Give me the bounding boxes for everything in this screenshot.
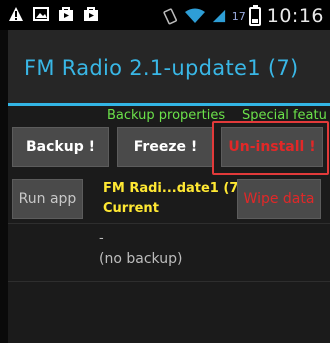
app-name: FM Radi...date1 (7): [103, 181, 245, 196]
backup-button[interactable]: Backup !: [12, 127, 109, 167]
backup-dash: -: [99, 231, 104, 246]
signal-icon: [212, 9, 225, 23]
run-app-button[interactable]: Run app: [12, 179, 83, 219]
no-backup-label: (no backup): [99, 251, 183, 267]
clock: 10:16: [266, 5, 324, 27]
battery-percent: 17: [231, 9, 246, 23]
section-divider-bottom: [8, 281, 330, 282]
wifi-icon: [184, 8, 205, 23]
freeze-button[interactable]: Freeze !: [117, 127, 214, 167]
dialog-title: FM Radio 2.1-update1 (7): [24, 56, 299, 80]
dialog-header: FM Radio 2.1-update1 (7): [8, 30, 330, 106]
play-store-icon: [84, 7, 98, 21]
warning-icon: [9, 7, 23, 21]
shopping-bag-icon: [59, 7, 73, 21]
uninstall-highlight: [212, 121, 329, 175]
battery-icon: [248, 4, 261, 26]
wipe-data-button[interactable]: Wipe data: [237, 179, 321, 219]
tab-backup-properties[interactable]: Backup properties: [107, 108, 225, 123]
app-status: Current: [103, 201, 159, 216]
section-divider: [8, 223, 330, 224]
status-bar: 17 10:16: [0, 0, 330, 30]
vibrate-icon: [163, 8, 177, 25]
image-icon: [33, 7, 49, 21]
